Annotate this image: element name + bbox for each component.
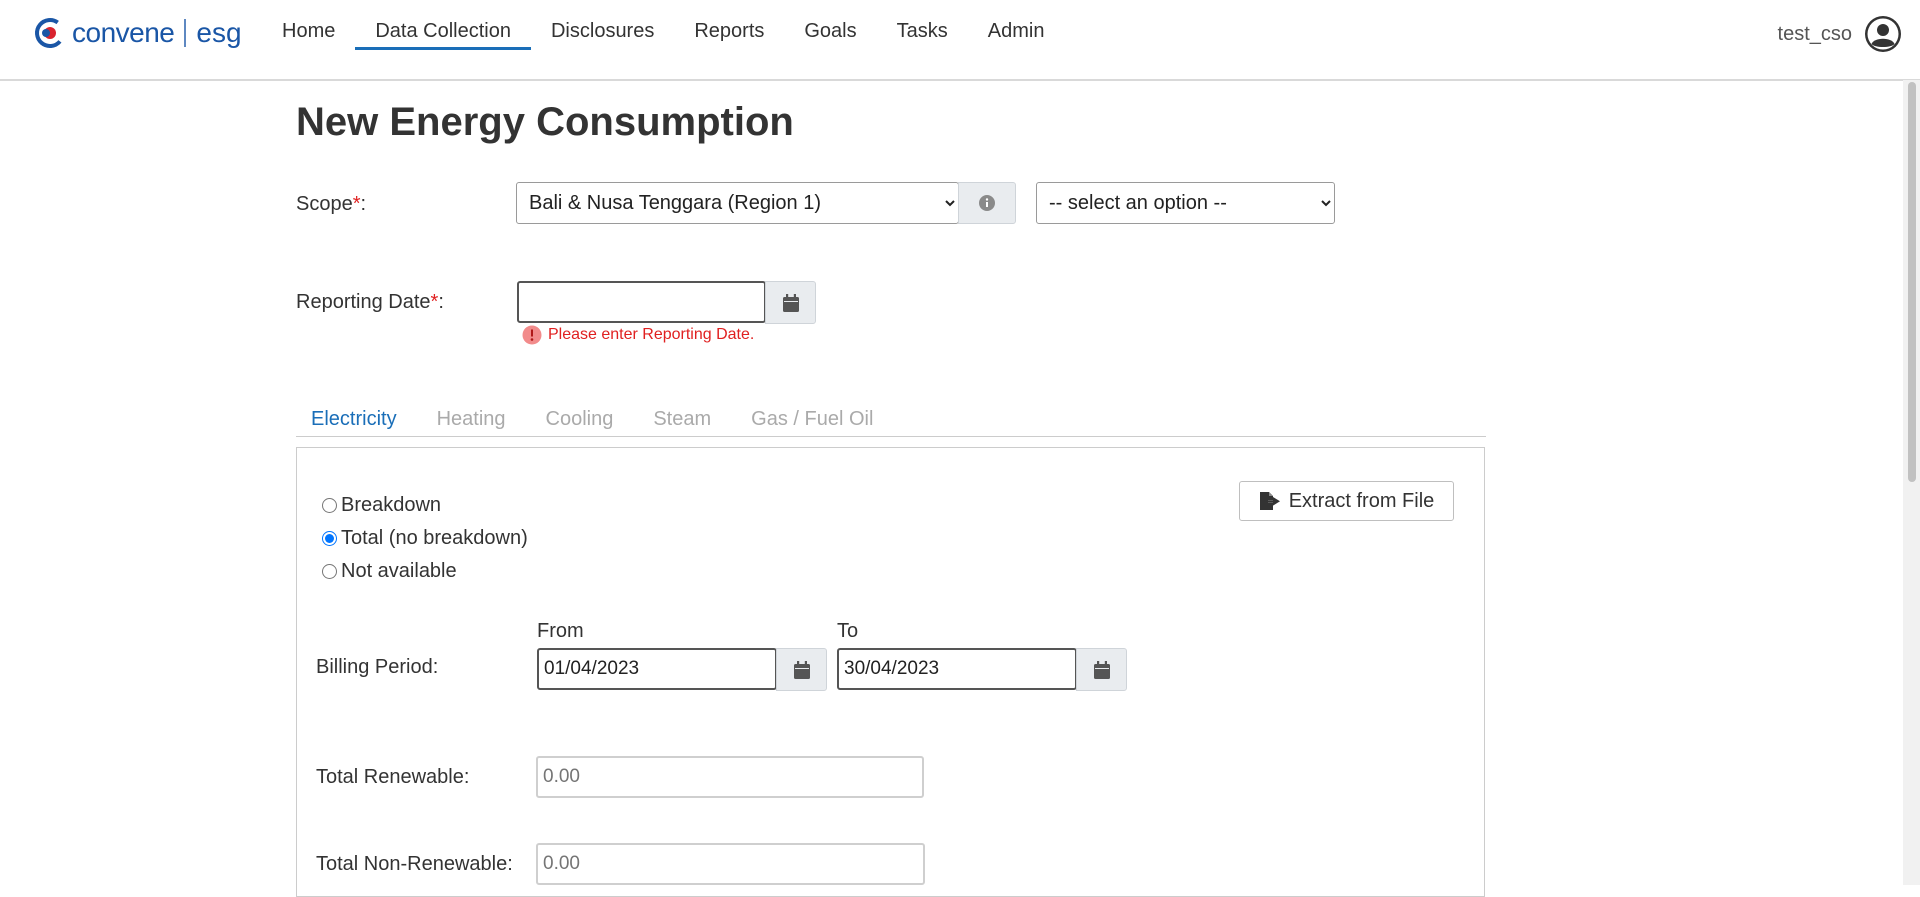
total-non-renewable-input[interactable] [536,843,925,885]
total-non-renewable-label: Total Non-Renewable: [316,853,513,875]
user-menu[interactable]: test_cso [1778,15,1902,53]
reporting-date-error-text: Please enter Reporting Date. [548,326,755,343]
total-renewable-input[interactable] [536,756,924,798]
reporting-date-picker-button[interactable] [765,281,816,324]
total-radio[interactable] [322,531,337,546]
brand-logo[interactable]: convene esg [34,16,242,50]
user-name: test_cso [1777,22,1852,45]
billing-to-input[interactable] [837,648,1077,690]
calendar-icon [782,293,799,312]
page-title: New Energy Consumption [296,100,794,144]
billing-to-label: To [837,620,859,642]
option-breakdown-label: Breakdown [341,494,442,516]
user-circle-icon[interactable] [1864,15,1902,53]
option-not-available[interactable]: Not available [322,560,457,583]
total-renewable-label: Total Renewable: [316,766,470,788]
extract-button-label: Extract from File [1288,489,1435,512]
reporting-date-error: Please enter Reporting Date. [522,325,754,345]
tab-electricity[interactable]: Electricity [296,400,412,436]
error-icon [522,325,542,345]
top-navbar: convene esg Home Data Collection Disclos… [0,0,1920,81]
convene-logo-icon [35,18,65,48]
brand-divider [184,19,187,47]
extract-from-file-button[interactable]: Extract from File [1239,481,1454,521]
nav-goals[interactable]: Goals [784,0,876,50]
required-mark: * [352,193,361,215]
brand-name: convene [72,17,175,48]
tab-gas-fuel-oil[interactable]: Gas / Fuel Oil [736,400,888,436]
calendar-icon [1093,660,1110,679]
file-export-icon [1259,492,1280,510]
option-not-available-label: Not available [341,560,457,582]
scrollbar-thumb[interactable] [1908,82,1916,482]
nav-disclosures[interactable]: Disclosures [531,0,674,50]
reporting-date-input[interactable] [517,281,766,323]
not-available-radio[interactable] [322,564,337,579]
calendar-icon [793,660,810,679]
energy-type-tabs: Electricity Heating Cooling Steam Gas / … [296,400,1486,437]
main-nav: Home Data Collection Disclosures Reports… [262,0,1064,79]
nav-home[interactable]: Home [262,0,355,50]
scope-info-button[interactable] [958,182,1016,224]
page-scrollbar[interactable] [1903,80,1920,885]
billing-from-picker-button[interactable] [776,648,827,691]
reporting-date-label-text: Reporting Date [296,291,431,313]
reporting-date-label: Reporting Date*: [296,291,444,314]
scope-secondary-select[interactable]: -- select an option -- [1036,182,1335,224]
breakdown-radio[interactable] [322,498,337,513]
billing-to-picker-button[interactable] [1076,648,1127,691]
reporting-date-label-colon: : [438,291,444,313]
nav-reports[interactable]: Reports [674,0,784,50]
brand-suffix: esg [196,17,242,48]
option-breakdown[interactable]: Breakdown [322,494,441,517]
option-total[interactable]: Total (no breakdown) [322,527,528,550]
billing-from-input[interactable] [537,648,777,690]
scope-label-colon: : [360,193,367,215]
tab-cooling[interactable]: Cooling [531,400,629,436]
billing-from-label: From [537,620,584,642]
nav-data-collection[interactable]: Data Collection [355,0,531,50]
info-icon [979,195,995,211]
nav-tasks[interactable]: Tasks [877,0,968,50]
billing-period-label: Billing Period: [316,656,439,678]
tab-steam[interactable]: Steam [638,400,726,436]
nav-admin[interactable]: Admin [968,0,1065,50]
tab-heating[interactable]: Heating [422,400,521,436]
scope-label-text: Scope [296,193,353,215]
scope-select[interactable]: Bali & Nusa Tenggara (Region 1) [516,182,959,224]
option-total-label: Total (no breakdown) [341,527,528,549]
scope-label: Scope*: [296,193,366,216]
